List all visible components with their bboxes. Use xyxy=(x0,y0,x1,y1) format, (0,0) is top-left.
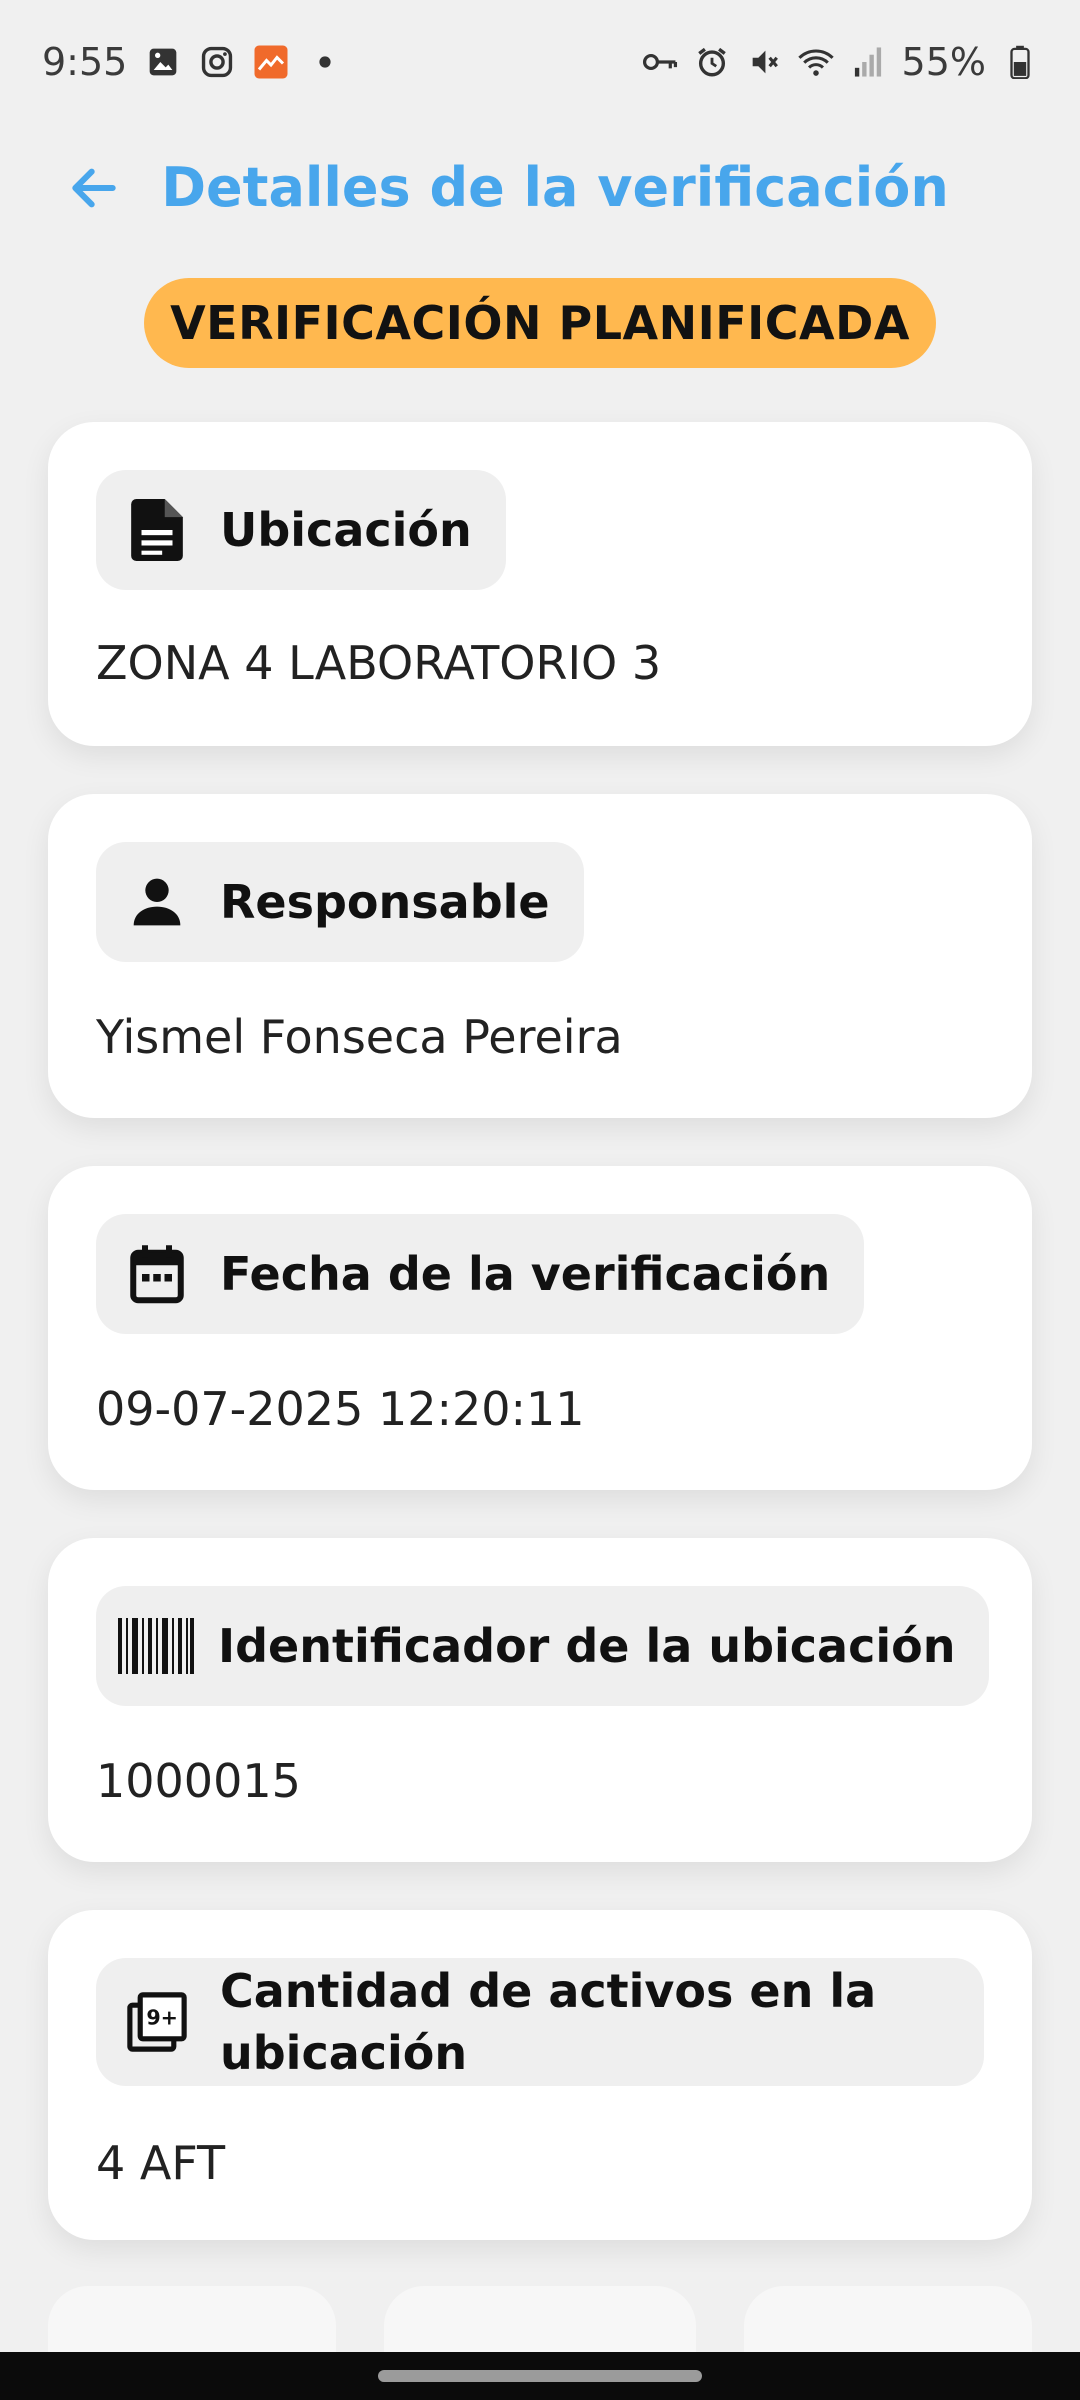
responsible-card: Responsable Yismel Fonseca Pereira xyxy=(48,794,1032,1118)
responsible-label: Responsable xyxy=(220,875,550,929)
signal-icon xyxy=(850,44,886,80)
page-title: Detalles de la verificación xyxy=(161,156,949,219)
person-icon xyxy=(126,871,188,933)
mute-icon xyxy=(746,44,782,80)
identifier-label-chip: Identificador de la ubicación xyxy=(96,1586,990,1706)
asset-count-card: 9+ Cantidad de activos en la ubicación 4… xyxy=(48,1910,1032,2240)
identifier-card: Identificador de la ubicación 1000015 xyxy=(48,1538,1032,1862)
asset-count-value: 4 AFT xyxy=(96,2136,226,2190)
responsible-value: Yismel Fonseca Pereira xyxy=(96,1010,623,1064)
status-badge: VERIFICACIÓN PLANIFICADA xyxy=(144,278,936,368)
svg-text:9+: 9+ xyxy=(146,2006,178,2030)
identifier-value: 1000015 xyxy=(96,1754,301,1808)
location-value: ZONA 4 LABORATORIO 3 xyxy=(96,636,662,690)
nine-plus-icon: 9+ xyxy=(126,1991,188,2053)
status-time: 9:55 xyxy=(42,40,128,84)
home-gesture-handle[interactable] xyxy=(378,2370,702,2382)
alarm-icon xyxy=(694,44,730,80)
instagram-icon xyxy=(199,44,235,80)
date-label-chip: Fecha de la verificación xyxy=(96,1214,865,1334)
app-notification-icon xyxy=(253,44,289,80)
responsible-label-chip: Responsable xyxy=(96,842,584,962)
gallery-icon xyxy=(145,44,181,80)
battery-percent: 55% xyxy=(901,40,986,84)
asset-count-label-line1: Cantidad de activos en la xyxy=(220,1964,877,2018)
identifier-label: Identificador de la ubicación xyxy=(218,1619,956,1673)
location-label: Ubicación xyxy=(220,503,472,557)
asset-count-label-chip: 9+ Cantidad de activos en la ubicación xyxy=(96,1958,984,2086)
location-label-chip: Ubicación xyxy=(96,470,506,590)
calendar-icon xyxy=(126,1243,188,1305)
vpn-key-icon xyxy=(642,44,678,80)
wifi-icon xyxy=(797,44,834,80)
document-icon xyxy=(126,499,188,561)
bottom-tiles xyxy=(0,2286,1080,2376)
date-card: Fecha de la verificación 09-07-2025 12:2… xyxy=(48,1166,1032,1490)
asset-count-label: Cantidad de activos en la ubicación xyxy=(220,1960,876,2084)
asset-count-label-line2: ubicación xyxy=(220,2026,468,2080)
barcode-icon xyxy=(118,1615,194,1677)
battery-icon xyxy=(1002,44,1038,80)
dot-icon xyxy=(307,44,343,80)
status-bar: 9:55 55% xyxy=(0,0,1080,124)
date-value: 09-07-2025 12:20:11 xyxy=(96,1382,585,1436)
app-bar: Detalles de la verificación xyxy=(0,124,1080,252)
date-label: Fecha de la verificación xyxy=(220,1247,831,1301)
system-navigation-bar xyxy=(0,2352,1080,2400)
location-card: Ubicación ZONA 4 LABORATORIO 3 xyxy=(48,422,1032,746)
